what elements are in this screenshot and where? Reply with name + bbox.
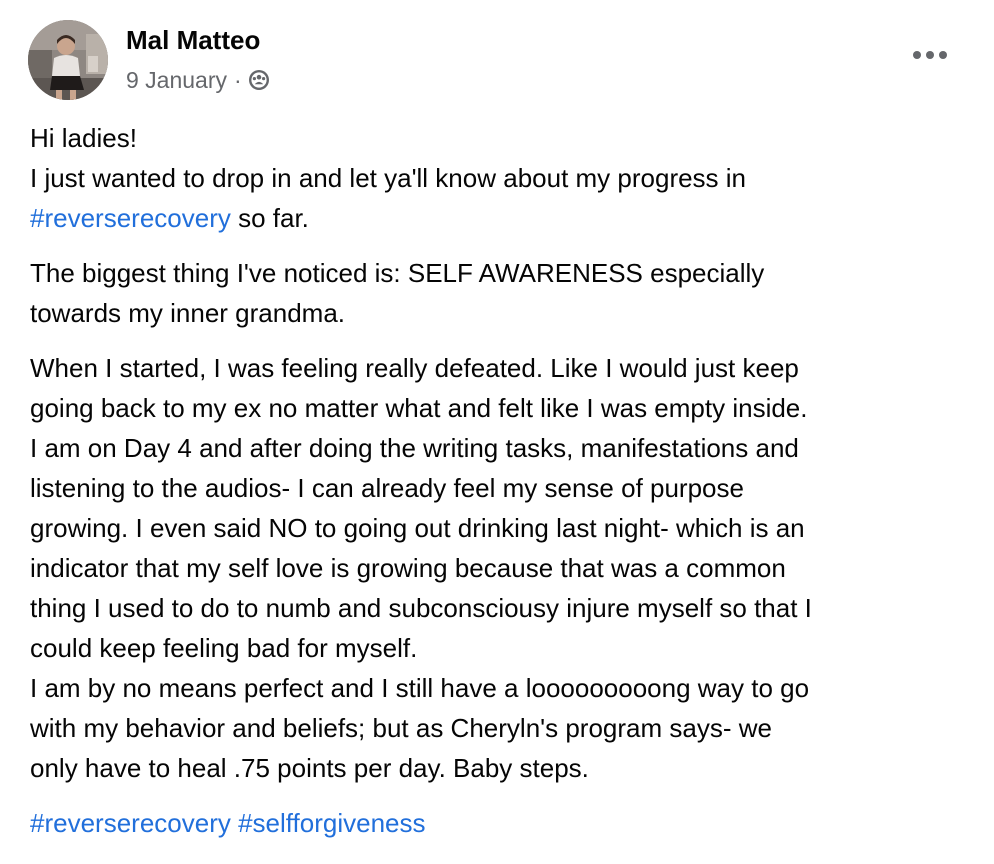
text-line: When I started, I was feeling really def…	[30, 353, 799, 383]
text-line: only have to heal .75 points per day. Ba…	[30, 753, 589, 783]
text-line: The biggest thing I've noticed is: SELF …	[30, 258, 765, 288]
paragraph-awareness: The biggest thing I've noticed is: SELF …	[30, 253, 970, 333]
text-fragment: so far.	[230, 203, 309, 233]
more-options-button[interactable]	[908, 40, 952, 70]
post-date[interactable]: 9 January	[126, 66, 227, 94]
text-line: thing I used to do to numb and subconsci…	[30, 593, 812, 623]
group-audience-icon[interactable]	[248, 69, 270, 91]
text-line: towards my inner grandma.	[30, 298, 346, 328]
paragraph-greeting: Hi ladies! I just wanted to drop in and …	[30, 118, 970, 238]
avatar[interactable]	[28, 20, 108, 100]
feed-post: Mal Matteo 9 January · Hi ladies! I just…	[0, 0, 994, 864]
text-line: I am by no means perfect and I still hav…	[30, 673, 810, 703]
separator-dot: ·	[234, 67, 242, 93]
post-header: Mal Matteo 9 January ·	[28, 20, 270, 102]
hashtag-link[interactable]: #reverserecovery	[30, 203, 231, 233]
text-line: going back to my ex no matter what and f…	[30, 393, 808, 423]
text-line: listening to the audios- I can already f…	[30, 473, 744, 503]
hashtag-link[interactable]: #reverserecovery	[30, 808, 231, 838]
avatar-photo	[28, 20, 108, 100]
author-name[interactable]: Mal Matteo	[126, 24, 270, 56]
more-options-icon	[913, 51, 947, 59]
post-body: Hi ladies! I just wanted to drop in and …	[30, 118, 970, 858]
paragraph-hashtags: #reverserecovery #selfforgiveness	[30, 803, 970, 843]
post-meta: Mal Matteo 9 January ·	[126, 20, 270, 94]
text-line: I just wanted to drop in and let ya'll k…	[30, 163, 747, 193]
post-subline: 9 January ·	[126, 66, 270, 94]
text-line: #reverserecovery #selfforgiveness	[30, 803, 970, 843]
text-line: I am on Day 4 and after doing the writin…	[30, 433, 799, 463]
paragraph-story: When I started, I was feeling really def…	[30, 348, 970, 788]
text-line: indicator that my self love is growing b…	[30, 553, 786, 583]
text-line: #reverserecovery so far.	[30, 198, 970, 238]
hashtag-link[interactable]: #selfforgiveness	[238, 808, 425, 838]
text-line: with my behavior and beliefs; but as Che…	[30, 713, 772, 743]
text-line: could keep feeling bad for myself.	[30, 633, 418, 663]
text-line: Hi ladies!	[30, 123, 137, 153]
text-line: growing. I even said NO to going out dri…	[30, 513, 805, 543]
